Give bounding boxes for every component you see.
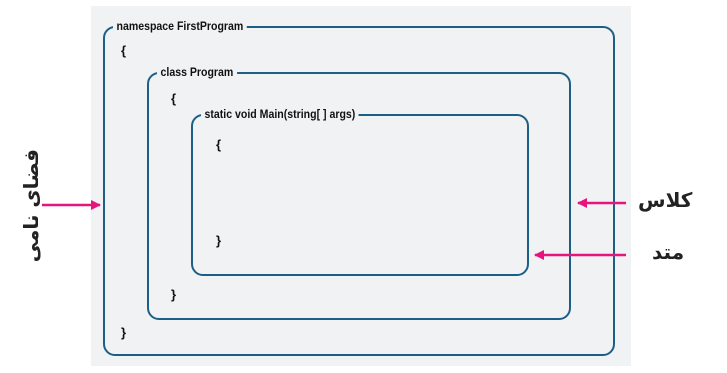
- diagram-canvas: namespace FirstProgram { } class Program…: [0, 0, 727, 373]
- namespace-side-label: فضای نامی: [19, 149, 43, 263]
- arrows-layer: [42, 198, 626, 260]
- method-side-label: متد: [652, 240, 685, 264]
- class-side-label: کلاس: [638, 188, 693, 212]
